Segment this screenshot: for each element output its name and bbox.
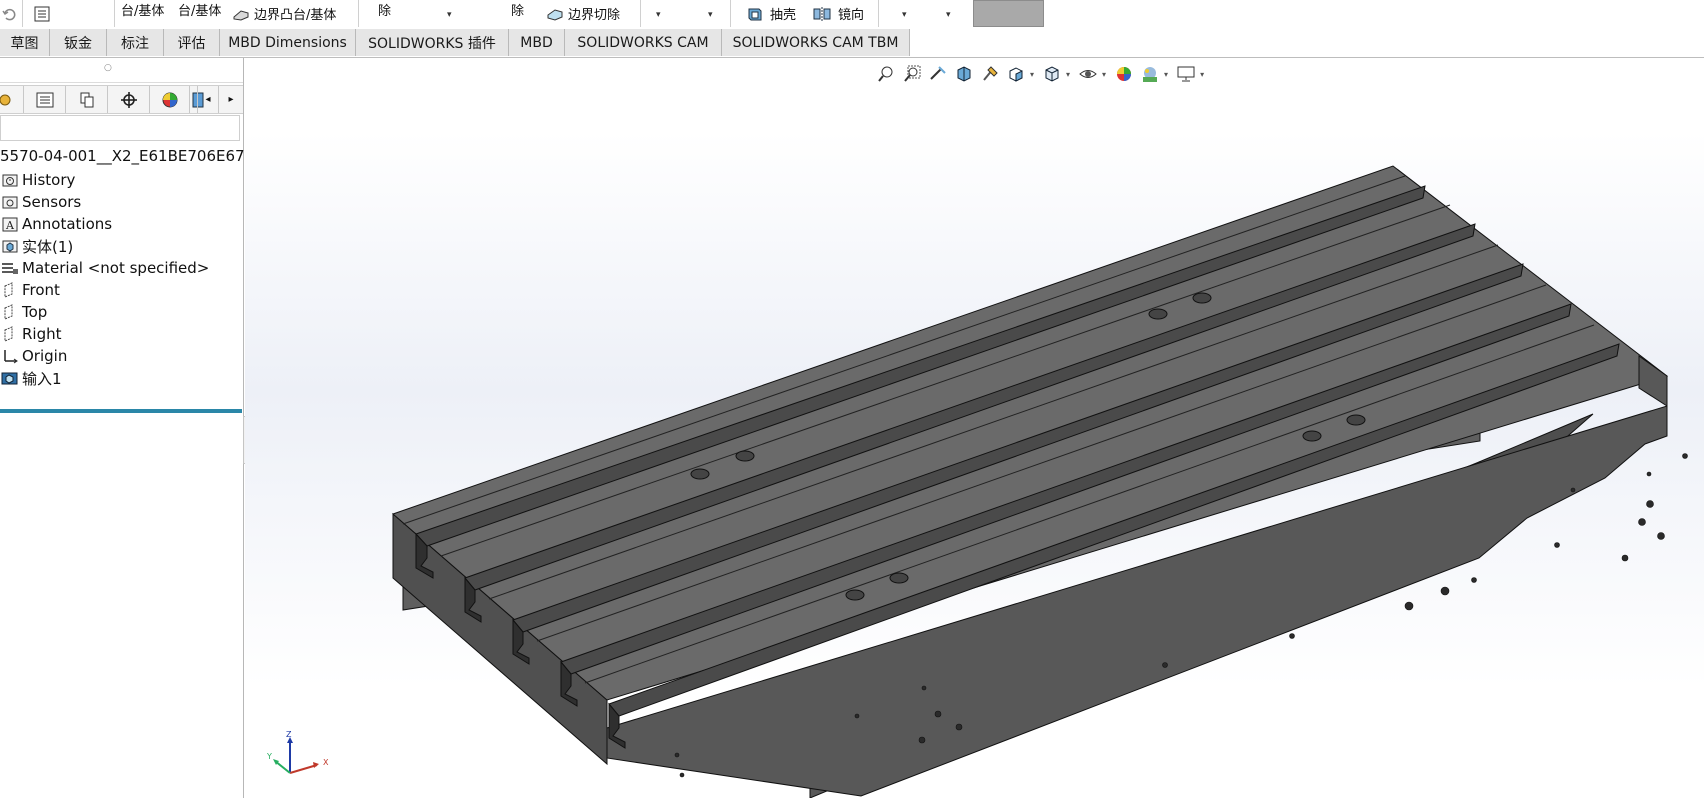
chevron-down-icon[interactable]: ▾: [946, 10, 951, 20]
mirror-icon: [813, 6, 831, 21]
tree-item-history[interactable]: History: [0, 169, 75, 191]
tab-label: MBD: [520, 34, 553, 51]
tab-solidworks-cam-tbm[interactable]: SOLIDWORKS CAM TBM: [722, 29, 910, 56]
tree-filter-input[interactable]: [0, 115, 240, 141]
chevron-down-icon[interactable]: ▾: [902, 10, 907, 20]
shell-icon: [748, 8, 762, 20]
chevron-down-icon[interactable]: ▾: [708, 10, 713, 20]
tree-item-origin[interactable]: Origin: [0, 345, 67, 367]
tree-item-front-plane[interactable]: Front: [0, 279, 60, 301]
tree-item-label: 实体(1): [22, 237, 74, 256]
command-ribbon: 台/基体 台/基体 边界凸台/基体 除 ▾ 除 边界切除 ▾ ▾ 抽壳 镜向 ▾…: [0, 0, 1704, 30]
tree-item-label: Front: [22, 281, 60, 299]
tab-mbd[interactable]: MBD: [509, 29, 565, 56]
ribbon-label: 边界切除: [568, 8, 621, 23]
mirror-button[interactable]: 镜向: [812, 0, 864, 27]
configuration-manager-tab-icon[interactable]: [66, 86, 108, 113]
boundary-boss-button[interactable]: 边界凸台/基体: [232, 0, 336, 27]
solid-bodies-icon: [0, 237, 20, 255]
tab-label: SOLIDWORKS CAM: [577, 34, 709, 51]
boundary-cut-icon: [547, 8, 563, 21]
ribbon-placeholder-block: [973, 0, 1044, 27]
triad-x-label: X: [323, 758, 329, 767]
tree-item-imported1[interactable]: 输入1: [0, 367, 62, 389]
tab-label: 草图: [10, 35, 39, 52]
tab-label: SOLIDWORKS 插件: [368, 35, 496, 52]
command-manager-tabs: 草图 钣金 标注 评估 MBD Dimensions SOLIDWORKS 插件…: [0, 29, 1704, 58]
part-name[interactable]: 5570-04-001__X2_E61BE706E67E_: [0, 147, 262, 165]
undo-icon[interactable]: [2, 0, 16, 27]
plane-icon: [0, 281, 20, 299]
tree-item-label: Annotations: [22, 215, 113, 233]
imported-body-icon: [0, 369, 20, 387]
tree-item-right-plane[interactable]: Right: [0, 323, 62, 345]
tree-item-top-plane[interactable]: Top: [0, 301, 47, 323]
tab-mbd-dimensions[interactable]: MBD Dimensions: [220, 29, 356, 56]
ribbon-label: 台/基体: [121, 4, 165, 19]
panel-tool-tabs: ◂ ▸: [0, 85, 243, 114]
tree-item-label: Top: [22, 303, 48, 321]
property-manager-tab-icon[interactable]: [24, 86, 66, 113]
options-list-icon[interactable]: [34, 0, 50, 27]
graphics-viewport[interactable]: ▾ ▾ ▾ ▾ ▾ Z X Y: [245, 58, 1704, 798]
tab-solidworks-addins[interactable]: SOLIDWORKS 插件: [356, 29, 509, 56]
tree-item-material[interactable]: Material <not specified>: [0, 257, 209, 279]
material-icon: [0, 259, 20, 277]
tree-item-label: Material <not specified>: [22, 259, 210, 277]
tree-item-sensors[interactable]: Sensors: [0, 191, 81, 213]
boundary-boss-icon: [233, 9, 249, 21]
boundary-cut-button[interactable]: 边界切除: [546, 0, 620, 27]
tabs-scroll-left-icon[interactable]: ◂: [197, 86, 219, 113]
annotations-icon: A: [0, 215, 20, 233]
tree-item-annotations[interactable]: A Annotations: [0, 213, 112, 235]
tree-item-solid-bodies[interactable]: 实体(1): [0, 235, 73, 257]
panel-header: ○: [0, 58, 243, 83]
tab-label: 钣金: [64, 35, 92, 52]
ribbon-label: 除: [511, 4, 525, 19]
tree-item-label: Right: [22, 325, 62, 343]
history-icon: [0, 171, 20, 189]
revolved-boss-button[interactable]: 台/基体: [178, 0, 221, 23]
tab-label: MBD Dimensions: [228, 34, 347, 51]
extruded-cut-button[interactable]: 除: [378, 0, 391, 23]
chevron-down-icon[interactable]: ▾: [656, 10, 661, 20]
chevron-down-icon[interactable]: ▾: [447, 10, 452, 20]
tree-item-label: Sensors: [22, 193, 82, 211]
svg-text:A: A: [5, 219, 15, 232]
extruded-boss-button[interactable]: 台/基体: [121, 0, 164, 23]
tab-solidworks-cam[interactable]: SOLIDWORKS CAM: [565, 29, 722, 56]
sensors-icon: [0, 193, 20, 211]
tree-item-label: Origin: [22, 347, 68, 365]
revolved-cut-button[interactable]: 除: [511, 0, 524, 23]
tab-sheet-metal[interactable]: 钣金: [50, 29, 107, 56]
dimxpert-tab-icon[interactable]: [108, 86, 150, 113]
triad-z-label: Z: [286, 731, 292, 739]
tab-sketch[interactable]: 草图: [0, 29, 50, 56]
ribbon-label: 边界凸台/基体: [254, 8, 337, 23]
ribbon-label: 镜向: [838, 8, 865, 23]
rollback-bar[interactable]: [0, 409, 242, 413]
tabs-scroll-right-icon[interactable]: ▸: [219, 86, 243, 113]
plane-icon: [0, 325, 20, 343]
triad-y-label: Y: [266, 752, 272, 761]
feature-manager-tab-icon[interactable]: [0, 86, 24, 113]
ribbon-label: 抽壳: [770, 8, 797, 23]
tab-label: 标注: [121, 35, 149, 52]
ribbon-label: 台/基体: [178, 4, 222, 19]
tree-item-label: History: [22, 171, 76, 189]
collapse-dot-icon[interactable]: ○: [104, 63, 112, 73]
shell-button[interactable]: 抽壳: [746, 0, 796, 27]
display-manager-tab-icon[interactable]: [150, 86, 190, 113]
plane-icon: [0, 303, 20, 321]
t-slot-table-part-model[interactable]: [245, 58, 1704, 798]
coordinate-triad: Z X Y: [266, 731, 329, 774]
tree-item-label: 输入1: [22, 369, 62, 388]
feature-manager-panel: ○ ◂ ▸ 5570-04-001__X2_E61BE706E67E_ Hist…: [0, 58, 262, 798]
ribbon-label: 除: [378, 4, 392, 19]
origin-icon: [0, 347, 20, 365]
tab-label: 评估: [177, 35, 206, 52]
tab-label: SOLIDWORKS CAM TBM: [732, 34, 899, 51]
tab-evaluate[interactable]: 评估: [164, 29, 220, 56]
tab-markup[interactable]: 标注: [107, 29, 164, 56]
